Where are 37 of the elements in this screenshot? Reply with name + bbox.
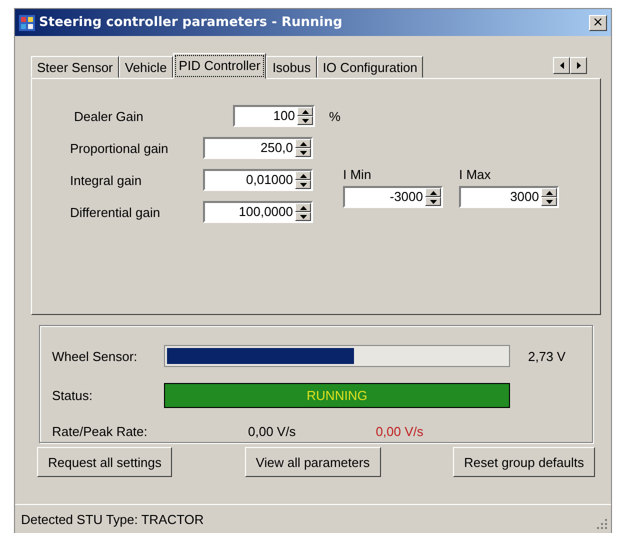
- action-button[interactable]: Reset group defaults: [453, 447, 595, 477]
- field-label: Integral gain: [70, 172, 143, 188]
- scroll-right-button[interactable]: [570, 57, 587, 74]
- number-spinner[interactable]: 100: [233, 105, 315, 127]
- number-spinner[interactable]: 250,0: [203, 137, 313, 159]
- rate-value: 0,00 V/s: [248, 424, 296, 439]
- field-label: Differential gain: [70, 204, 162, 220]
- field-label: Proportional gain: [70, 140, 170, 156]
- close-button[interactable]: ×: [589, 14, 607, 30]
- tab[interactable]: PID Controller: [172, 53, 266, 79]
- app-icon: [19, 14, 35, 30]
- field-label: Wheel Sensor:: [52, 348, 138, 364]
- field-label: I Min: [343, 167, 372, 182]
- action-button[interactable]: View all parameters: [244, 447, 381, 477]
- resize-grip-icon[interactable]: [597, 519, 608, 530]
- tab[interactable]: Steer Sensor: [31, 56, 119, 78]
- status-indicator: RUNNING: [164, 382, 510, 408]
- action-button[interactable]: Request all settings: [37, 447, 172, 477]
- tab[interactable]: IO Configuration: [316, 56, 424, 78]
- field-label: Dealer Gain: [74, 108, 144, 124]
- tab[interactable]: Vehicle: [118, 56, 173, 78]
- caret-right-icon: [576, 62, 580, 69]
- sensor-reading: 2,73 V: [527, 348, 567, 364]
- peak-rate-value: 0,00 V/s: [376, 424, 424, 439]
- status-text: Detected STU Type: TRACTOR: [21, 512, 204, 526]
- number-spinner[interactable]: -3000: [343, 186, 443, 208]
- window-title: Steering controller parameters - Running: [39, 15, 344, 30]
- number-spinner[interactable]: 3000: [459, 186, 559, 208]
- tab[interactable]: Isobus: [266, 56, 317, 78]
- field-label: I Max: [459, 167, 492, 182]
- number-spinner[interactable]: 100,0000: [203, 201, 313, 223]
- scroll-left-button[interactable]: [553, 57, 570, 74]
- field-label: Status:: [52, 388, 94, 403]
- unit-label: %: [329, 108, 341, 124]
- caret-left-icon: [560, 62, 564, 69]
- number-spinner[interactable]: 0,01000: [203, 169, 313, 191]
- field-label: Rate/Peak Rate:: [52, 424, 148, 439]
